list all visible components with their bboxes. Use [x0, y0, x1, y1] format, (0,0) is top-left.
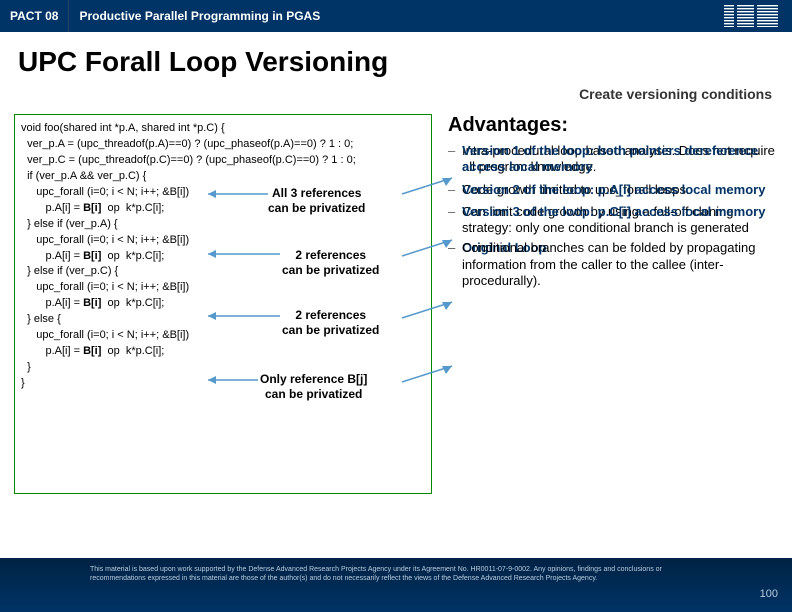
header-conf: PACT 08 — [0, 0, 69, 32]
footer: This material is based upon work support… — [0, 558, 792, 612]
arrow-icon — [400, 362, 460, 386]
annotation: 2 referencescan be privatized — [282, 248, 379, 278]
slide-title: UPC Forall Loop Versioning — [0, 32, 792, 90]
arrow-icon — [200, 182, 270, 206]
header-bar: PACT 08 Productive Parallel Programming … — [0, 0, 792, 32]
adv-item: – Version 2 of the loop: p.A[i] access l… — [448, 182, 778, 198]
overlay-text: Version 2 of the loop: p.A[i] access loc… — [462, 182, 765, 198]
code-line: p.A[i] = B[i] op k*p.C[i]; — [21, 344, 425, 360]
ibm-logo — [710, 0, 792, 32]
annotation: Only reference B[j]can be privatized — [260, 372, 367, 402]
code-line: ver_p.A = (upc_threadof(p.A)==0) ? (upc_… — [21, 137, 425, 153]
overlay-text: Version 3 of the loop: p.C[i] access loc… — [462, 204, 765, 220]
main-text: Conditional branches can be folded by pr… — [462, 240, 755, 288]
header-title: Productive Parallel Programming in PGAS — [69, 9, 710, 23]
overlay-text: Version 1 of the loop: both pointers der… — [462, 143, 778, 176]
annotation: All 3 referencescan be privatized — [268, 186, 365, 216]
adv-item: – Conditional branches can be folded by … — [448, 240, 778, 289]
advantages: Advantages: – Version 1 of the loop: bot… — [448, 114, 778, 295]
adv-item: – Version 3 of the loop: p.C[i] access l… — [448, 204, 778, 237]
subheading: Create versioning conditions — [579, 86, 772, 102]
arrow-icon — [400, 298, 460, 322]
page-number: 100 — [760, 588, 778, 602]
advantages-title: Advantages: — [448, 114, 778, 137]
annotation: 2 referencescan be privatized — [282, 308, 379, 338]
adv-item: – Version 1 of the loop: both pointers d… — [448, 143, 778, 176]
code-line: } else if (ver_p.A) { — [21, 217, 425, 233]
arrow-icon — [200, 304, 282, 328]
arrow-icon — [200, 368, 260, 392]
footer-text: This material is based upon work support… — [90, 566, 702, 584]
code-line: upc_forall (i=0; i < N; i++; &B[i]) — [21, 280, 425, 296]
arrow-icon — [200, 242, 282, 266]
code-line: ver_p.C = (upc_threadof(p.C)==0) ? (upc_… — [21, 153, 425, 169]
code-line: void foo(shared int *p.A, shared int *p.… — [21, 121, 425, 137]
